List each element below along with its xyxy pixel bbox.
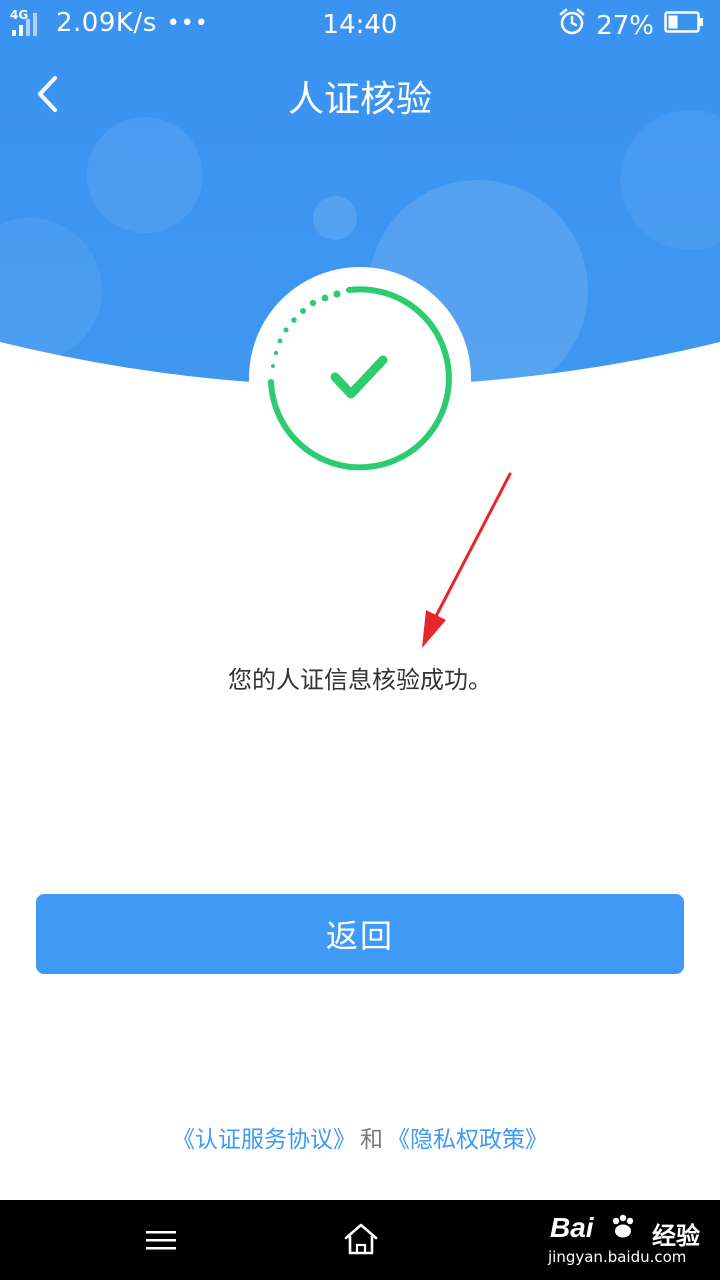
menu-icon[interactable] [144,1224,180,1256]
annotation-arrow [410,470,520,660]
chevron-left-icon [38,76,57,112]
alarm-icon [558,8,586,43]
page-title: 人证核验 [287,79,432,120]
privacy-policy-link[interactable]: 《隐私权政策》 [387,1127,548,1153]
agreement-connector: 和 [360,1127,383,1153]
agreements: 《认证服务协议》和《隐私权政策》 [0,1120,720,1154]
paw-icon [612,1214,634,1238]
watermark-brand: Bai [550,1212,594,1243]
service-agreement-link[interactable]: 《认证服务协议》 [172,1127,356,1153]
return-button[interactable]: 返回 [36,894,684,974]
title-bar: 人证核验 [0,56,720,136]
more-notifications: ••• [166,10,209,36]
home-icon[interactable] [342,1220,380,1258]
status-right: 27% [558,8,704,43]
signal-icon: 4G [10,8,42,38]
success-badge [249,267,471,489]
status-bar: 4G 2.09K/s ••• 14:40 27% [0,0,720,52]
battery-percent: 27% [596,10,654,41]
network-speed: 2.09K/s [56,8,157,38]
check-circle-icon [249,267,471,489]
back-button[interactable] [22,64,72,124]
battery-icon [664,10,704,41]
baidu-watermark: Bai 经验 jingyan.baidu.com [540,1208,716,1274]
watermark-text: 经验 [652,1222,700,1250]
status-left: 4G 2.09K/s ••• [10,8,209,38]
system-nav-bar: Bai 经验 jingyan.baidu.com [0,1200,720,1280]
result-message: 您的人证信息核验成功。 [228,666,492,694]
watermark-url: jingyan.baidu.com [548,1248,687,1266]
